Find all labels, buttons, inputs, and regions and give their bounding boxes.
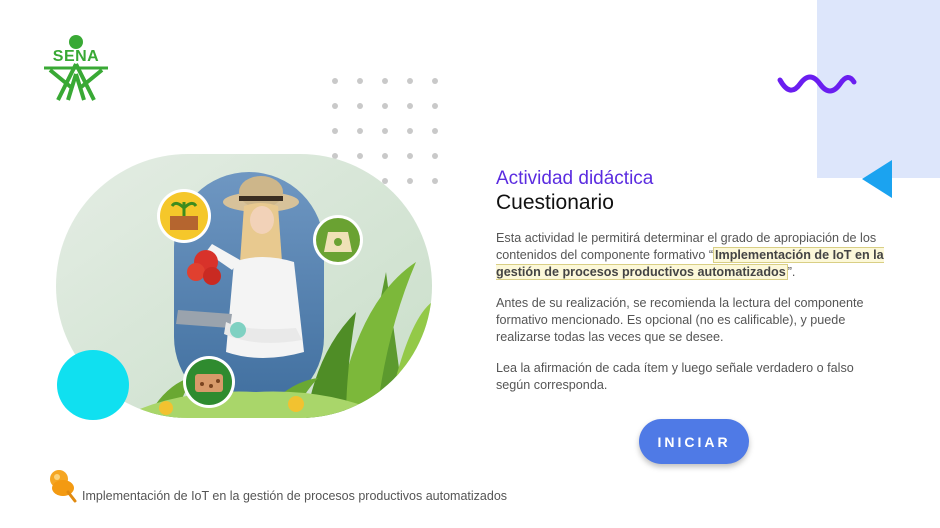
grid-dot — [432, 78, 438, 84]
grid-dot — [382, 103, 388, 109]
grid-dot — [332, 128, 338, 134]
cyan-circle-decoration — [57, 350, 129, 420]
squiggle-decoration — [777, 74, 857, 94]
start-button[interactable]: INICIAR — [639, 419, 749, 464]
pushpin-icon — [50, 470, 77, 503]
grid-dot — [407, 78, 413, 84]
grid-dot — [332, 78, 338, 84]
sena-logo: SENA — [40, 34, 112, 102]
grid-dot — [407, 103, 413, 109]
description-end: ”. — [787, 265, 796, 279]
activity-title: Cuestionario — [496, 191, 614, 214]
grid-dot — [357, 78, 363, 84]
footer: Implementación de IoT en la gestión de p… — [48, 466, 648, 508]
footer-course-title: Implementación de IoT en la gestión de p… — [82, 489, 508, 503]
activity-description: Esta actividad le permitirá determinar e… — [496, 230, 888, 281]
grid-dot — [357, 128, 363, 134]
grid-dot — [432, 153, 438, 159]
instructions-text: Lea la afirmación de cada ítem y luego s… — [496, 361, 854, 392]
grid-dot — [382, 128, 388, 134]
grid-dot — [357, 103, 363, 109]
plant-bag-icon — [313, 215, 363, 265]
grid-dot — [407, 128, 413, 134]
logo-text: SENA — [52, 48, 100, 65]
recommendation-text: Antes de su realización, se recomienda l… — [496, 296, 864, 344]
grid-dot — [382, 78, 388, 84]
grid-dot — [332, 103, 338, 109]
grid-dot — [432, 103, 438, 109]
seedling-box-icon — [157, 189, 211, 243]
grid-dot — [432, 178, 438, 184]
grid-dot — [432, 128, 438, 134]
activity-text-block: Actividad didáctica Cuestionario Esta ac… — [496, 168, 888, 394]
activity-subtitle: Actividad didáctica — [496, 168, 654, 189]
soil-icon — [183, 356, 235, 408]
